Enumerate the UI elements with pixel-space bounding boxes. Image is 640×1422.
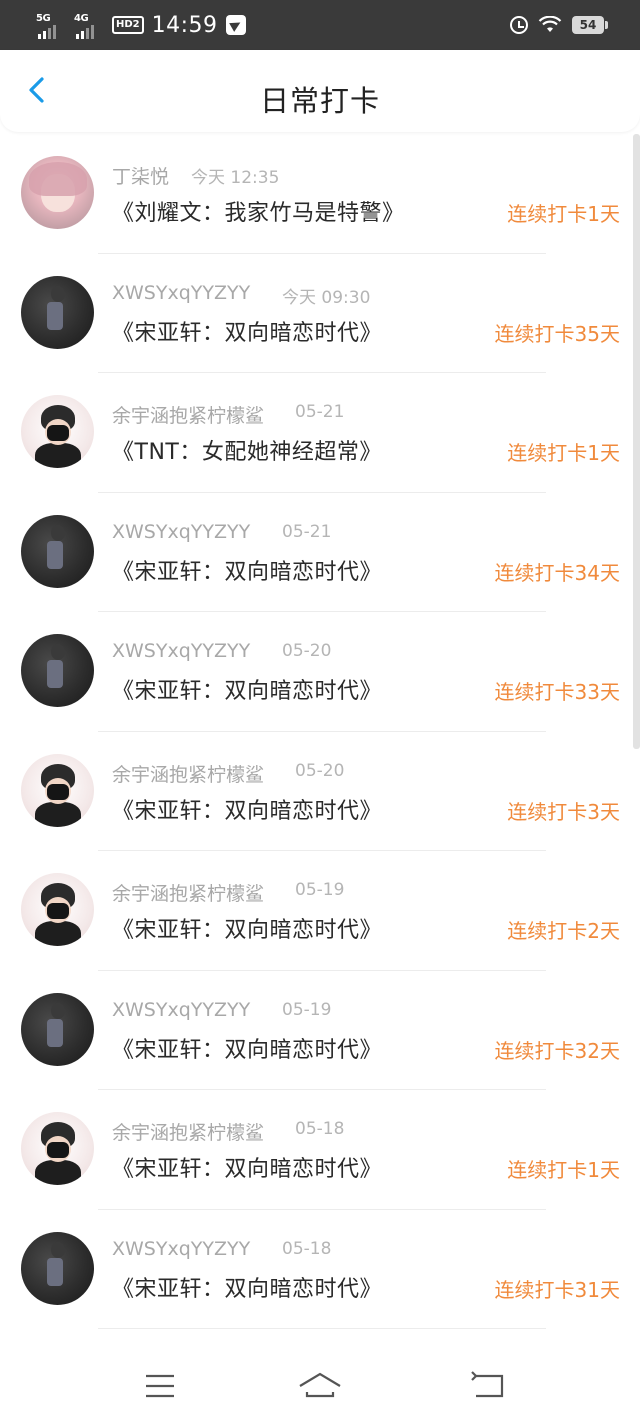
book-title[interactable]: 《宋亚轩：双向暗恋时代》 [112, 1032, 382, 1064]
list-item[interactable]: XWSYxqYYZYY 05-19 《宋亚轩：双向暗恋时代》 连续打卡32天 [0, 971, 640, 1090]
streak-label: 连续打卡1天 [507, 1158, 620, 1182]
battery-icon: 54 [572, 16, 608, 34]
streak-label: 连续打卡33天 [494, 680, 620, 704]
book-title[interactable]: 《宋亚轩：双向暗恋时代》 [112, 315, 382, 347]
avatar[interactable] [21, 395, 94, 468]
menu-icon [146, 1374, 174, 1398]
post-time: 05-20 [295, 760, 345, 781]
post-time: 05-18 [295, 1119, 345, 1139]
post-time: 05-21 [282, 521, 332, 542]
streak-label: 连续打卡1天 [507, 441, 620, 465]
avatar[interactable] [21, 634, 94, 707]
list-item[interactable]: 余宇涵抱紧柠檬鲨 05-19 《宋亚轩：双向暗恋时代》 连续打卡2天 [0, 851, 640, 971]
menu-button[interactable] [136, 1362, 184, 1410]
back-icon [471, 1371, 504, 1398]
book-title[interactable]: 《宋亚轩：双向暗恋时代》 [112, 1271, 382, 1303]
status-time: 14:59 [151, 12, 218, 38]
page-title: 日常打卡 [259, 84, 380, 118]
status-bar: 5G 4G HD2 14:59 54 [0, 0, 640, 50]
post-time: 05-20 [282, 641, 332, 661]
streak-label: 连续打卡3天 [507, 799, 620, 824]
username[interactable]: XWSYxqYYZYY [112, 1238, 250, 1260]
username[interactable]: 余宇涵抱紧柠檬鲨 [112, 1118, 264, 1145]
home-button[interactable] [296, 1362, 344, 1410]
avatar[interactable] [21, 992, 94, 1066]
book-title[interactable]: 《宋亚轩：双向暗恋时代》 [112, 793, 382, 825]
signal-5g-label: 5G [36, 13, 51, 24]
avatar[interactable] [21, 873, 94, 946]
list-item[interactable]: XWSYxqYYZYY 05-20 《宋亚轩：双向暗恋时代》 连续打卡33天 [0, 612, 640, 732]
signal-4g-label: 4G [74, 13, 89, 24]
list-item[interactable]: 丁柒悦 今天 12:35 《刘耀文：我家竹马是特警》 连续打卡1天 [0, 134, 640, 254]
telegram-icon [225, 15, 246, 35]
username[interactable]: XWSYxqYYZYY [112, 521, 250, 543]
wifi-icon [538, 16, 562, 32]
streak-label: 连续打卡35天 [494, 321, 620, 346]
book-title[interactable]: 《宋亚轩：双向暗恋时代》 [112, 673, 382, 705]
avatar[interactable] [21, 275, 94, 349]
checkin-list: 丁柒悦 今天 12:35 《刘耀文：我家竹马是特警》 连续打卡1天 XWSYxqYYZY… [0, 134, 640, 1329]
back-nav-button[interactable] [464, 1362, 512, 1410]
streak-label: 连续打卡2天 [507, 919, 620, 943]
streak-label: 连续打卡32天 [494, 1038, 620, 1063]
alarm-icon [510, 16, 528, 34]
signal-5g-icon: 5G [36, 11, 66, 39]
streak-label: 连续打卡31天 [494, 1277, 620, 1302]
avatar[interactable] [21, 156, 94, 229]
book-title[interactable]: 《宋亚轩：双向暗恋时代》 [112, 1151, 382, 1183]
post-time: 05-21 [295, 402, 345, 422]
username[interactable]: XWSYxqYYZYY [112, 282, 250, 304]
avatar[interactable] [21, 1112, 94, 1185]
username[interactable]: XWSYxqYYZYY [112, 640, 250, 662]
username[interactable]: 余宇涵抱紧柠檬鲨 [112, 401, 264, 428]
avatar[interactable] [21, 753, 94, 827]
post-time: 05-19 [282, 999, 332, 1020]
list-item[interactable]: XWSYxqYYZYY 05-18 《宋亚轩：双向暗恋时代》 连续打卡31天 [0, 1210, 640, 1329]
username[interactable]: 余宇涵抱紧柠檬鲨 [112, 879, 264, 906]
username[interactable]: XWSYxqYYZYY [112, 999, 250, 1021]
book-title[interactable]: 《宋亚轩：双向暗恋时代》 [112, 912, 382, 944]
divider [98, 1328, 546, 1329]
username[interactable]: 余宇涵抱紧柠檬鲨 [112, 760, 264, 787]
avatar[interactable] [21, 514, 94, 588]
post-time: 今天 12:35 [191, 168, 280, 188]
hd-icon: HD2 [112, 16, 144, 34]
list-item[interactable]: XWSYxqYYZYY 05-21 《宋亚轩：双向暗恋时代》 连续打卡34天 [0, 493, 640, 612]
system-nav-bar [0, 1350, 640, 1422]
list-item[interactable]: 余宇涵抱紧柠檬鲨 05-21 《TNT：女配她神经超常》 连续打卡1天 [0, 373, 640, 493]
signal-4g-icon: 4G [74, 11, 104, 39]
post-time: 05-19 [295, 880, 345, 900]
streak-label: 连续打卡1天 [507, 202, 620, 226]
header: 日常打卡 [0, 50, 640, 132]
list-item[interactable]: XWSYxqYYZYY 今天 09:30 《宋亚轩：双向暗恋时代》 连续打卡35天 [0, 254, 640, 373]
scrollbar[interactable] [633, 134, 640, 749]
home-icon [299, 1372, 341, 1398]
book-title[interactable]: 《TNT：女配她神经超常》 [112, 434, 382, 466]
list-item[interactable]: 余宇涵抱紧柠檬鲨 05-18 《宋亚轩：双向暗恋时代》 连续打卡1天 [0, 1090, 640, 1210]
list-item[interactable]: 余宇涵抱紧柠檬鲨 05-20 《宋亚轩：双向暗恋时代》 连续打卡3天 [0, 732, 640, 851]
book-title[interactable]: 《宋亚轩：双向暗恋时代》 [112, 554, 382, 586]
book-title[interactable]: 《刘耀文：我家竹马是特警》 [112, 195, 405, 227]
streak-label: 连续打卡34天 [494, 560, 620, 585]
avatar[interactable] [21, 1231, 94, 1305]
post-time: 05-18 [282, 1238, 332, 1259]
username[interactable]: 丁柒悦 [112, 162, 169, 189]
post-time: 今天 09:30 [282, 287, 371, 308]
